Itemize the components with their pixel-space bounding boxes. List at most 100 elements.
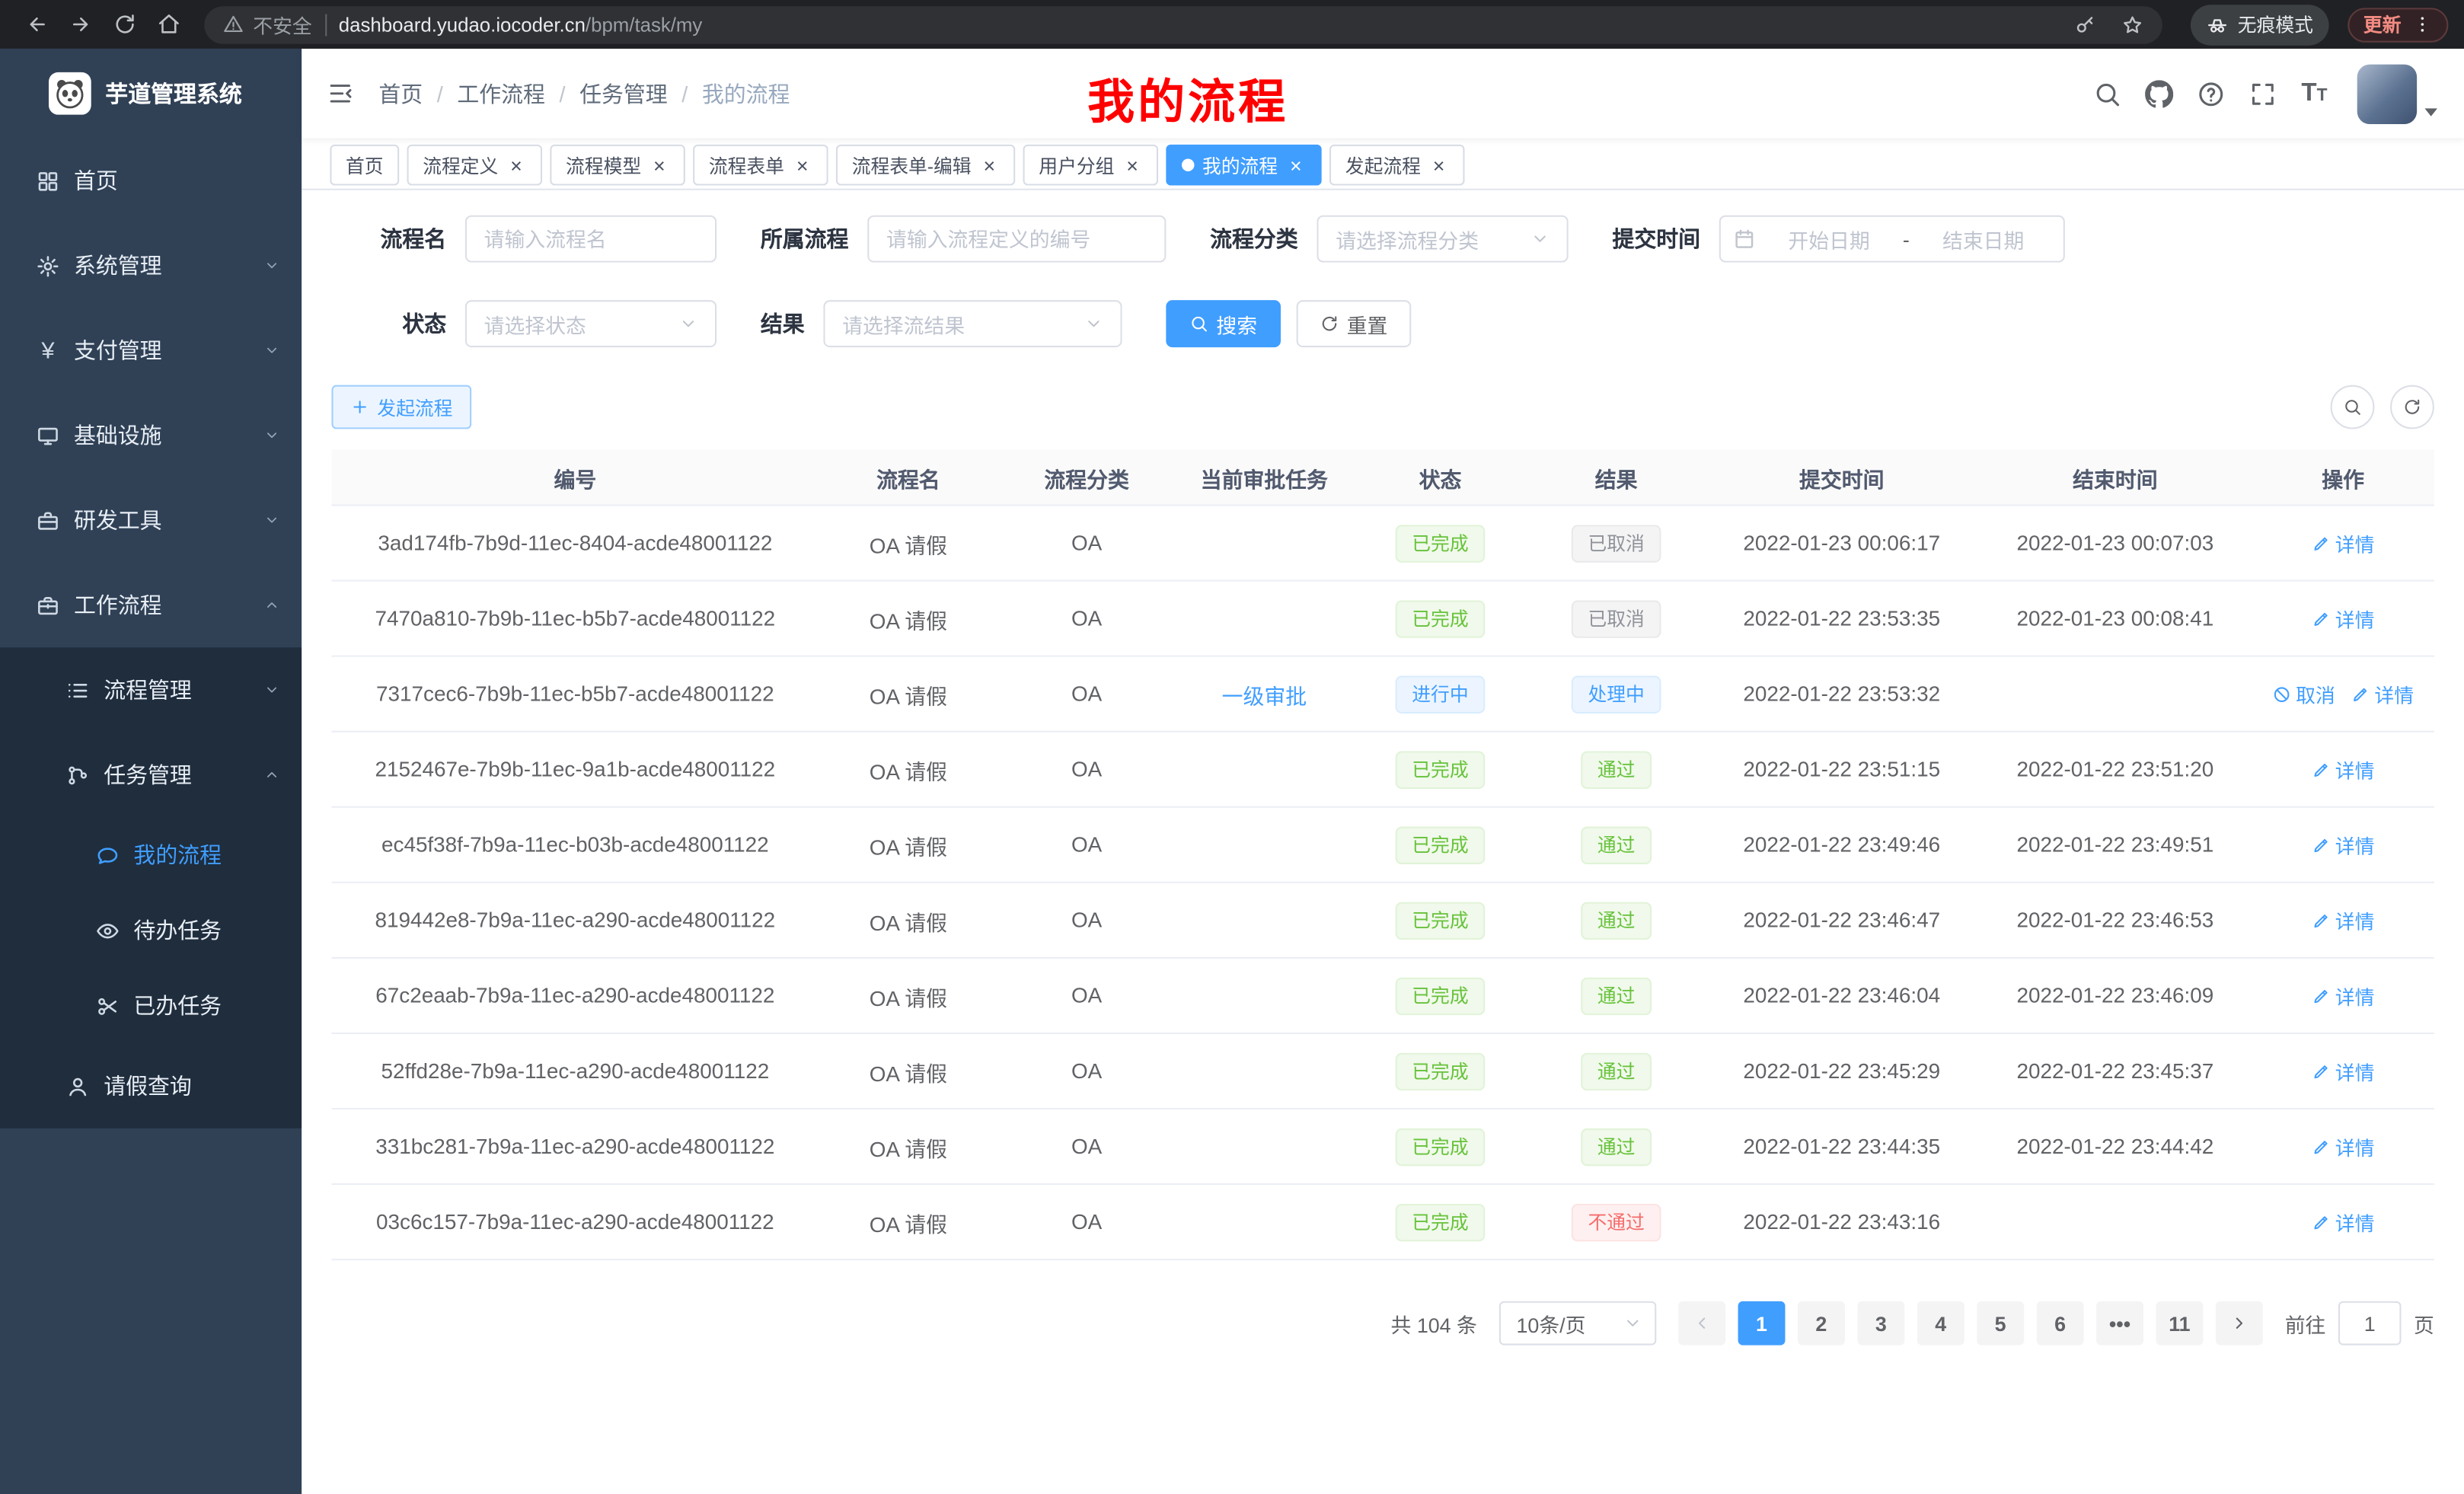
tab-label: 用户分组 <box>1039 152 1114 178</box>
breadcrumb-separator: / <box>437 81 443 106</box>
tab-my-process[interactable]: 我的流程 <box>1167 145 1322 186</box>
tab-user-group[interactable]: 用户分组 <box>1023 145 1159 186</box>
panda-logo-icon <box>52 75 88 111</box>
browser-update-button[interactable]: 更新 <box>2348 7 2448 41</box>
sidebar-item-devtools[interactable]: 研发工具 <box>0 477 302 562</box>
submit-time-range[interactable]: 开始日期 - 结束日期 <box>1719 215 2065 263</box>
home-icon <box>156 13 180 37</box>
next-page-button[interactable] <box>2216 1301 2263 1346</box>
page-button-1[interactable]: 1 <box>1738 1301 1785 1346</box>
status-badge: 已完成 <box>1396 750 1485 788</box>
sidebar-item-system[interactable]: 系统管理 <box>0 223 302 308</box>
category-select[interactable]: 请选择流程分类 <box>1317 215 1568 263</box>
sidebar-item-leave-query[interactable]: 请假查询 <box>0 1043 302 1128</box>
create-process-button[interactable]: 发起流程 <box>331 385 471 429</box>
page-button-2[interactable]: 2 <box>1798 1301 1845 1346</box>
search-button[interactable]: 搜索 <box>1166 300 1281 347</box>
sidebar-item-process-mgmt[interactable]: 流程管理 <box>0 647 302 732</box>
incognito-label: 无痕模式 <box>2238 11 2313 37</box>
filter-row-2: 状态 请选择状态 结果 请选择流结果 搜索 <box>331 300 2434 347</box>
user-avatar[interactable] <box>2357 64 2417 123</box>
github-icon[interactable] <box>2146 79 2174 107</box>
close-icon[interactable] <box>649 155 669 175</box>
page-button-5[interactable]: 5 <box>1977 1301 2024 1346</box>
tab-process-form-edit[interactable]: 流程表单-编辑 <box>836 145 1015 186</box>
browser-forward-button[interactable] <box>59 4 101 45</box>
detail-link[interactable]: 详情 <box>2312 528 2375 557</box>
detail-link[interactable]: 详情 <box>2312 1207 2375 1237</box>
chevron-up-icon <box>264 597 280 613</box>
password-key-icon[interactable] <box>2074 14 2096 36</box>
address-bar[interactable]: 不安全 dashboard.yudao.iocoder.cn/bpm/task/… <box>204 5 2162 43</box>
process-name-input[interactable] <box>465 215 717 263</box>
cell-status: 已完成 <box>1353 826 1527 864</box>
breadcrumb-item[interactable]: 首页 <box>378 78 423 109</box>
browser-home-button[interactable] <box>148 4 189 45</box>
cell-category: OA <box>998 1210 1176 1234</box>
sidebar-item-todo-tasks[interactable]: 待办任务 <box>0 892 302 968</box>
prev-page-button[interactable] <box>1678 1301 1725 1346</box>
help-icon[interactable] <box>2197 79 2226 107</box>
search-icon[interactable] <box>2094 79 2122 107</box>
breadcrumb-item[interactable]: 工作流程 <box>457 78 545 109</box>
detail-link[interactable]: 详情 <box>2312 755 2375 784</box>
page-size-select[interactable]: 10条/页 <box>1499 1301 1656 1346</box>
detail-link[interactable]: 详情 <box>2312 981 2375 1010</box>
search-toggle-button[interactable] <box>2331 385 2375 429</box>
fullscreen-icon[interactable] <box>2249 79 2277 107</box>
detail-link[interactable]: 详情 <box>2312 1132 2375 1161</box>
cancel-link[interactable]: 取消 <box>2272 679 2335 709</box>
page-button-3[interactable]: 3 <box>1857 1301 1904 1346</box>
main-area: 首页/工作流程/任务管理/我的流程 我的流程 首页流程定义流程模型流程表单流程表… <box>302 49 2464 1494</box>
sidebar-item-done-tasks[interactable]: 已办任务 <box>0 968 302 1043</box>
result-select[interactable]: 请选择流结果 <box>823 300 1122 347</box>
close-icon[interactable] <box>1428 155 1449 175</box>
process-definition-input[interactable] <box>867 215 1166 263</box>
tab-home[interactable]: 首页 <box>330 145 399 186</box>
security-status[interactable]: 不安全 <box>223 9 312 39</box>
page-button-11[interactable]: 11 <box>2156 1301 2203 1346</box>
page-button-6[interactable]: 6 <box>2037 1301 2084 1346</box>
tab-start-process[interactable]: 发起流程 <box>1329 145 1465 186</box>
browser-reload-button[interactable] <box>104 4 145 45</box>
sidebar-item-payment[interactable]: ¥支付管理 <box>0 308 302 393</box>
tab-process-form[interactable]: 流程表单 <box>693 145 828 186</box>
tab-process-definition[interactable]: 流程定义 <box>407 145 543 186</box>
goto-page-input[interactable] <box>2338 1301 2402 1346</box>
sidebar-item-infrastructure[interactable]: 基础设施 <box>0 393 302 477</box>
page-button-4[interactable]: 4 <box>1917 1301 1964 1346</box>
browser-back-button[interactable] <box>16 4 57 45</box>
status-select[interactable]: 请选择状态 <box>465 300 717 347</box>
reset-button[interactable]: 重置 <box>1297 300 1412 347</box>
bookmark-star-icon[interactable] <box>2121 14 2143 36</box>
sidebar-item-my-process[interactable]: 我的流程 <box>0 817 302 892</box>
close-icon[interactable] <box>506 155 527 175</box>
cell-submit-time: 2022-01-22 23:46:04 <box>1705 984 1978 1007</box>
cell-result: 通过 <box>1527 977 1705 1015</box>
sidebar-item-workflow[interactable]: 工作流程 <box>0 563 302 647</box>
detail-link[interactable]: 详情 <box>2312 830 2375 860</box>
cell-name: OA 请假 <box>819 1055 997 1087</box>
detail-link[interactable]: 详情 <box>2351 679 2414 709</box>
close-icon[interactable] <box>1285 155 1306 175</box>
sidebar-item-task-mgmt[interactable]: 任务管理 <box>0 733 302 817</box>
calendar-icon <box>1733 228 1755 250</box>
refresh-table-button[interactable] <box>2390 385 2434 429</box>
detail-link[interactable]: 详情 <box>2312 603 2375 633</box>
breadcrumb-item[interactable]: 我的流程 <box>702 78 790 109</box>
sidebar-item-home[interactable]: 首页 <box>0 139 302 223</box>
tab-process-model[interactable]: 流程模型 <box>550 145 685 186</box>
logo-row[interactable]: 芋道管理系统 <box>0 49 302 139</box>
close-icon[interactable] <box>1122 155 1143 175</box>
close-icon[interactable] <box>979 155 1000 175</box>
breadcrumb-item[interactable]: 任务管理 <box>579 78 668 109</box>
page-more-button[interactable]: ••• <box>2096 1301 2143 1346</box>
close-icon[interactable] <box>792 155 812 175</box>
font-size-icon[interactable] <box>2301 81 2327 106</box>
result-badge: 通过 <box>1581 750 1651 788</box>
browser-menu-icon[interactable] <box>2412 14 2433 35</box>
task-link[interactable]: 一级审批 <box>1222 685 1307 708</box>
detail-link[interactable]: 详情 <box>2312 905 2375 935</box>
detail-link[interactable]: 详情 <box>2312 1056 2375 1086</box>
sidebar-toggle[interactable] <box>327 80 353 107</box>
